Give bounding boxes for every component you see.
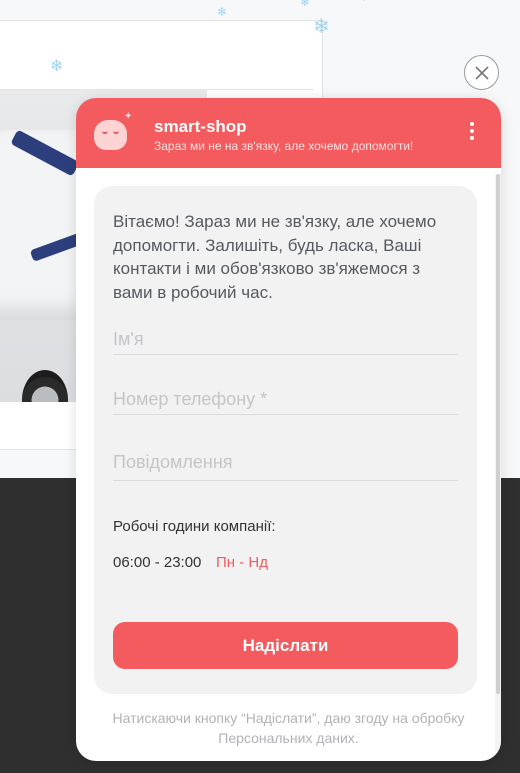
submit-button[interactable]: Надіслати xyxy=(113,622,458,669)
avatar-eye xyxy=(113,131,119,134)
name-field[interactable] xyxy=(113,325,458,355)
snowflake-icon: ❄ xyxy=(360,0,368,4)
snowflake-icon: ❄ xyxy=(217,5,228,19)
working-hours-label: Робочі години компанії: xyxy=(113,518,276,535)
sparkle-icon: ✦ xyxy=(124,111,133,122)
working-hours-time: 06:00 - 23:00 xyxy=(113,554,202,571)
snowflake-icon: ❄ xyxy=(50,56,64,75)
working-days: Пн - Нд xyxy=(216,554,268,571)
widget-subtitle: Зараз ми не на зв'язку, але хочемо допом… xyxy=(154,139,414,153)
kebab-menu-icon[interactable] xyxy=(469,122,475,144)
phone-field[interactable] xyxy=(113,385,458,415)
message-field[interactable] xyxy=(113,445,458,481)
snowflake-icon: ❄ xyxy=(300,0,311,9)
greeting-message: Вітаємо! Зараз ми не зв'язку, але хочемо… xyxy=(113,212,437,302)
consent-text: Натискаючи кнопку “Надіслати”, даю згоду… xyxy=(112,710,465,746)
avatar-eye xyxy=(102,131,108,134)
sleeping-avatar-icon xyxy=(94,120,127,150)
widget-title: smart-shop xyxy=(154,117,247,136)
chat-widget: ✦ smart-shop Зараз ми не на зв'язку, але… xyxy=(76,98,501,761)
close-icon xyxy=(474,65,489,80)
widget-body: Вітаємо! Зараз ми не зв'язку, але хочемо… xyxy=(76,168,501,761)
close-button[interactable] xyxy=(464,55,499,90)
car-wheel xyxy=(22,370,68,402)
snowflake-icon: ❄ xyxy=(313,14,330,38)
scrollbar-thumb[interactable] xyxy=(496,174,500,694)
widget-header: ✦ smart-shop Зараз ми не на зв'язку, але… xyxy=(76,98,501,168)
contact-form: Вітаємо! Зараз ми не зв'язку, але хочемо… xyxy=(94,186,477,694)
